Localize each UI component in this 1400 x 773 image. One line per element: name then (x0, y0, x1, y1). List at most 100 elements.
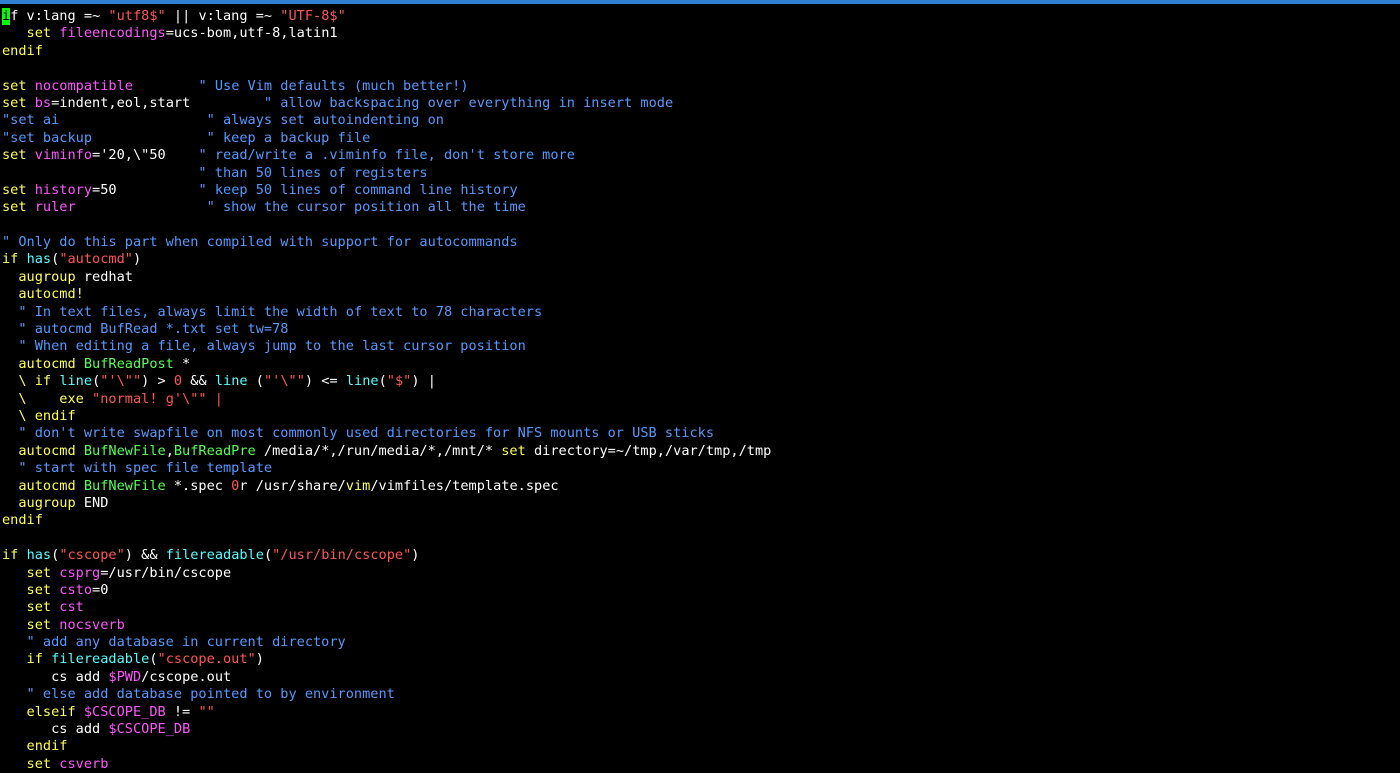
code-token: has (26, 251, 52, 268)
vim-editor-buffer[interactable]: f v:lang =~ "utf8$" || v:lang =~ "UTF-8$… (2, 8, 1398, 773)
code-token: && (182, 373, 215, 390)
code-token: =/usr/bin/cscope (100, 564, 232, 581)
code-token: ( (247, 373, 264, 390)
code-line: if filereadable("cscope.out") (2, 651, 1398, 668)
code-token: $PWD (108, 668, 142, 685)
code-token: BufNewFile (83, 477, 166, 494)
code-token: set (2, 599, 60, 616)
code-token: ( (263, 547, 273, 564)
code-token: " start with spec file template (2, 460, 273, 477)
code-token: || v:lang =~ (165, 8, 281, 24)
code-token: "set ai " always set autoindenting on (2, 112, 444, 129)
code-token: "cscope" (59, 547, 125, 564)
code-line: " In text files, always limit the width … (2, 304, 1398, 321)
code-token: != (165, 703, 199, 720)
code-token: ) > (141, 373, 174, 390)
code-token: "normal! g'\"" | (92, 390, 223, 407)
code-token: \ exe (2, 390, 93, 407)
code-token: set (501, 442, 534, 459)
code-token: has (26, 547, 52, 564)
code-token: set (2, 77, 35, 94)
code-token: ) <= (304, 373, 346, 390)
code-token: history (34, 181, 93, 198)
code-token: vim (345, 477, 371, 494)
code-token: viminfo (34, 147, 93, 164)
code-token: $CSCOPE_DB (83, 703, 166, 720)
code-token: elseif (2, 703, 84, 720)
code-token: $CSCOPE_DB (108, 721, 191, 738)
code-token: endif (2, 42, 43, 59)
code-line: \ exe "normal! g'\"" | (2, 391, 1398, 408)
code-token: redhat (75, 268, 133, 285)
code-line: augroup redhat (2, 269, 1398, 286)
code-token: nocsverb (59, 616, 125, 633)
code-line: " else add database pointed to by enviro… (2, 686, 1398, 703)
code-token: endif (2, 738, 68, 755)
code-token: "'\"" (263, 373, 305, 390)
code-token: "set backup " keep a backup file (2, 129, 371, 146)
code-token: "UTF-8$" (280, 8, 346, 24)
code-line: " Only do this part when compiled with s… (2, 234, 1398, 251)
code-line: set fileencodings=ucs-bom,utf-8,latin1 (2, 25, 1398, 42)
code-token: "cscope.out" (157, 651, 256, 668)
code-line: set nocompatible " Use Vim defaults (muc… (2, 78, 1398, 95)
code-token: set (2, 181, 35, 198)
code-token: ( (378, 373, 387, 390)
code-token: =ucs-bom,utf-8,latin1 (165, 25, 338, 42)
code-line: endif (2, 738, 1398, 755)
code-token: * (173, 355, 191, 372)
code-token: " Only do this part when compiled with s… (2, 234, 518, 251)
code-token: ( (149, 651, 158, 668)
code-token: BufNewFile (83, 442, 166, 459)
code-token: set (2, 199, 35, 216)
code-line: set ruler " show the cursor position all… (2, 199, 1398, 216)
code-token: BufReadPost (83, 355, 174, 372)
code-token: ) (255, 651, 264, 668)
code-line: if has("cscope") && filereadable("/usr/b… (2, 547, 1398, 564)
code-token: =0 (92, 581, 109, 598)
code-token: "'\"" (100, 373, 142, 390)
code-token: "autocmd" (59, 251, 133, 268)
code-token: r /usr/share/ (239, 477, 346, 494)
code-token: =50 (92, 181, 199, 198)
code-token: \ (2, 373, 35, 390)
code-line: \ endif (2, 408, 1398, 425)
window-top-border (0, 0, 1400, 4)
code-token: line (345, 373, 379, 390)
code-token: directory=~/tmp,/var/tmp,/tmp (534, 442, 772, 459)
code-line: set cst (2, 599, 1398, 616)
code-line: " than 50 lines of registers (2, 165, 1398, 182)
code-line: autocmd BufReadPost * (2, 356, 1398, 373)
code-token: /vimfiles/template.spec (370, 477, 559, 494)
code-token: if (2, 651, 52, 668)
code-token: line (214, 373, 248, 390)
code-token: ruler (34, 199, 76, 216)
code-token: filereadable (165, 547, 264, 564)
code-token: ) (132, 251, 142, 268)
code-line: set csprg=/usr/bin/cscope (2, 565, 1398, 582)
code-token: cs add (2, 721, 109, 738)
code-token: set (2, 147, 35, 164)
code-line: autocmd! (2, 286, 1398, 303)
code-token: if (34, 373, 60, 390)
code-token: "" (198, 703, 215, 720)
code-token: END (75, 494, 109, 511)
text-cursor: i (2, 8, 11, 26)
code-token: " allow backspacing over everything in i… (263, 94, 674, 111)
code-line: "set ai " always set autoindenting on (2, 112, 1398, 129)
code-token: bs (34, 94, 52, 111)
code-token: filereadable (51, 651, 150, 668)
code-token: line (59, 373, 93, 390)
code-token: autocmd (2, 442, 84, 459)
code-line: elseif $CSCOPE_DB != "" (2, 704, 1398, 721)
code-line: set csverb (2, 756, 1398, 773)
code-token: /cscope.out (141, 668, 232, 685)
code-token: =indent,eol,start (51, 94, 264, 111)
code-token: set (2, 616, 60, 633)
code-token: "utf8$" (108, 8, 166, 24)
code-token: if (2, 251, 27, 268)
code-line: set history=50 " keep 50 lines of comman… (2, 182, 1398, 199)
